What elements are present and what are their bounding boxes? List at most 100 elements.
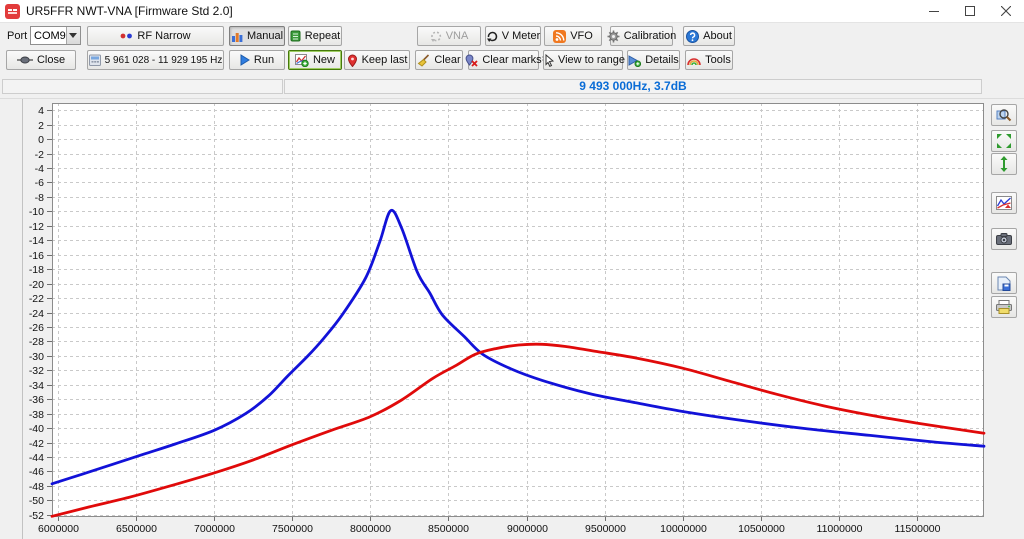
fit-view-button[interactable] bbox=[991, 130, 1017, 152]
manual-label: Manual bbox=[247, 30, 283, 42]
pin-delete-icon bbox=[465, 54, 478, 67]
repeat-button[interactable]: Repeat bbox=[288, 26, 342, 46]
y-tick-label: -48 bbox=[29, 481, 44, 493]
vertical-scale-icon bbox=[999, 156, 1009, 172]
app-icon bbox=[5, 4, 20, 19]
cursor-range-icon bbox=[541, 54, 554, 67]
circular-arrows-icon bbox=[486, 30, 498, 42]
about-button[interactable]: About bbox=[683, 26, 735, 46]
y-tick-label: -12 bbox=[29, 221, 44, 233]
clear-button[interactable]: Clear bbox=[415, 50, 463, 70]
y-tick-label: 2 bbox=[38, 120, 44, 132]
chevron-down-icon[interactable] bbox=[66, 27, 80, 44]
print-icon bbox=[996, 300, 1012, 314]
y-tick-label: -4 bbox=[35, 163, 44, 175]
fit-view-icon bbox=[996, 133, 1012, 149]
zoom-select-button[interactable] bbox=[991, 104, 1017, 126]
y-tick-label: -2 bbox=[35, 149, 44, 161]
clear-label: Clear bbox=[434, 54, 460, 66]
play-icon bbox=[240, 54, 250, 66]
maximize-button[interactable] bbox=[952, 0, 988, 22]
x-tick-label: 10500000 bbox=[738, 523, 785, 535]
x-tick-label: 9000000 bbox=[507, 523, 548, 535]
question-mark-icon bbox=[686, 30, 699, 43]
y-tick-label: -52 bbox=[29, 510, 44, 522]
rf-dots-icon bbox=[120, 32, 133, 40]
y-tick-label: -32 bbox=[29, 365, 44, 377]
minimize-button[interactable] bbox=[916, 0, 952, 22]
bar-chart-icon bbox=[231, 30, 243, 42]
vertical-scale-button[interactable] bbox=[991, 153, 1017, 175]
close-window-button[interactable] bbox=[988, 0, 1024, 22]
x-tick-label: 8000000 bbox=[350, 523, 391, 535]
x-tick-label: 9500000 bbox=[585, 523, 626, 535]
sweep-chart[interactable]: 420-2-4-6-8-10-12-14-16-18-20-22-24-26-2… bbox=[0, 98, 1024, 539]
y-tick-label: -44 bbox=[29, 452, 44, 464]
keep-last-label: Keep last bbox=[362, 54, 408, 66]
screenshot-button[interactable] bbox=[991, 228, 1017, 250]
status-bar: 9 493 000Hz, 3.7dB bbox=[0, 77, 1024, 98]
traces-settings-button[interactable] bbox=[991, 192, 1017, 214]
y-tick-label: -34 bbox=[29, 380, 44, 392]
y-tick-label: -50 bbox=[29, 495, 44, 507]
y-tick-label: -30 bbox=[29, 351, 44, 363]
x-tick-label: 10000000 bbox=[660, 523, 707, 535]
x-tick-label: 11500000 bbox=[895, 523, 941, 535]
save-icon bbox=[997, 276, 1011, 291]
y-tick-label: -42 bbox=[29, 438, 44, 450]
repeat-icon bbox=[290, 30, 301, 42]
calibration-button[interactable]: Calibration bbox=[610, 26, 673, 46]
keep-last-button[interactable]: Keep last bbox=[344, 50, 410, 70]
vfo-label: VFO bbox=[570, 30, 593, 42]
close-label: Close bbox=[37, 54, 65, 66]
port-value: COM9 bbox=[31, 30, 66, 42]
clear-marks-button[interactable]: Clear marks bbox=[468, 50, 539, 70]
eye-icon bbox=[17, 55, 33, 65]
details-button[interactable]: Details bbox=[627, 50, 680, 70]
y-tick-label: -24 bbox=[29, 308, 44, 320]
vfo-broadcast-icon bbox=[553, 30, 566, 43]
v-meter-button[interactable]: V Meter bbox=[485, 26, 541, 46]
port-select[interactable]: COM9 bbox=[30, 26, 81, 45]
y-tick-label: -14 bbox=[29, 235, 44, 247]
new-button[interactable]: New bbox=[288, 50, 342, 70]
y-tick-label: 4 bbox=[38, 105, 44, 117]
vna-label: VNA bbox=[446, 30, 469, 42]
rf-narrow-button[interactable]: RF Narrow bbox=[87, 26, 224, 46]
calculator-icon bbox=[89, 54, 101, 66]
x-tick-label: 6500000 bbox=[116, 523, 157, 535]
vna-button[interactable]: VNA bbox=[417, 26, 481, 46]
manual-button[interactable]: Manual bbox=[229, 26, 285, 46]
tools-button[interactable]: Tools bbox=[685, 50, 733, 70]
view-to-range-button[interactable]: View to range bbox=[543, 50, 623, 70]
vfo-button[interactable]: VFO bbox=[544, 26, 602, 46]
new-label: New bbox=[313, 54, 335, 66]
print-button[interactable] bbox=[991, 296, 1017, 318]
repeat-label: Repeat bbox=[305, 30, 340, 42]
plot-background bbox=[52, 103, 984, 517]
x-tick-label: 7000000 bbox=[194, 523, 235, 535]
new-chart-icon bbox=[295, 54, 309, 67]
close-sweep-button[interactable]: Close bbox=[6, 50, 76, 70]
gear-icon bbox=[607, 30, 620, 43]
port-label: Port bbox=[7, 30, 27, 42]
y-tick-label: -16 bbox=[29, 250, 44, 262]
run-button[interactable]: Run bbox=[229, 50, 285, 70]
view-to-range-label: View to range bbox=[558, 54, 625, 66]
zoom-select-icon bbox=[996, 107, 1012, 123]
save-button[interactable] bbox=[991, 272, 1017, 294]
pin-icon bbox=[347, 54, 358, 67]
y-tick-label: -26 bbox=[29, 322, 44, 334]
window-controls bbox=[916, 0, 1024, 22]
v-meter-label: V Meter bbox=[502, 30, 541, 42]
y-tick-label: -20 bbox=[29, 279, 44, 291]
marker-readout: 9 493 000Hz, 3.7dB bbox=[285, 80, 981, 93]
y-tick-label: -6 bbox=[35, 177, 44, 189]
tools-label: Tools bbox=[705, 54, 731, 66]
vna-icon bbox=[430, 30, 442, 42]
frequency-range-button[interactable]: 5 961 028 - 11 929 195 Hz bbox=[87, 50, 224, 70]
frequency-range-label: 5 961 028 - 11 929 195 Hz bbox=[105, 55, 223, 66]
grid-layer bbox=[52, 103, 984, 517]
details-label: Details bbox=[645, 54, 679, 66]
x-tick-label: 7500000 bbox=[272, 523, 313, 535]
